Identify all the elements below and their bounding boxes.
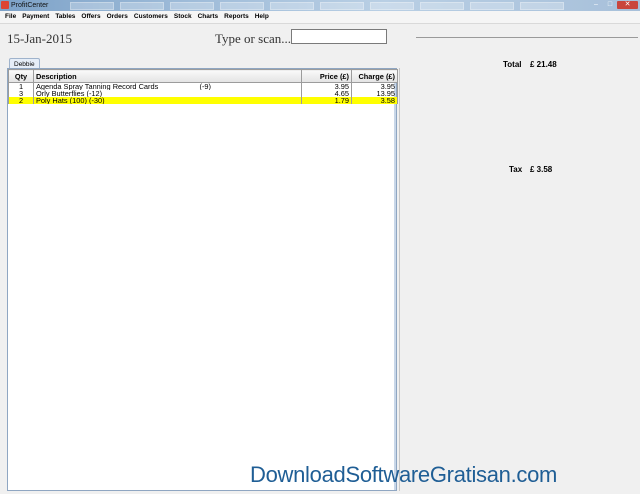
cell-description: Agenda Spray Tanning Record Cards (-9)	[33, 82, 302, 90]
menu-charts[interactable]: Charts	[195, 11, 222, 23]
window-title: ProfitCenter	[11, 2, 49, 9]
close-button[interactable]: ✕	[617, 1, 638, 9]
column-header-description[interactable]: Description	[33, 69, 302, 83]
order-panel: Qty Description Price (£) Charge (£) 1 A…	[7, 68, 398, 491]
menu-help[interactable]: Help	[252, 11, 272, 23]
menu-orders[interactable]: Orders	[104, 11, 131, 23]
order-table-viewport: Qty Description Price (£) Charge (£) 1 A…	[8, 69, 398, 490]
menu-offers[interactable]: Offers	[78, 11, 103, 23]
cell-charge: 13.95	[351, 90, 398, 97]
tax-value: £ 3.58	[530, 165, 553, 174]
cell-description: Orly Butterflies (-12)	[33, 90, 302, 97]
header-separator	[416, 37, 638, 38]
menu-stock[interactable]: Stock	[171, 11, 195, 23]
cell-description-text: Agenda Spray Tanning Record Cards	[36, 82, 159, 90]
total-value: £ 21.48	[530, 60, 557, 69]
panel-divider	[399, 68, 400, 491]
cell-discount: (-9)	[199, 82, 212, 90]
menu-bar: File Payment Tables Offers Orders Custom…	[0, 11, 640, 24]
menu-file[interactable]: File	[2, 11, 19, 23]
scan-label: Type or scan...	[215, 31, 291, 46]
cell-price: 4.65	[301, 90, 352, 97]
watermark: DownloadSoftwareGratisan.com	[250, 462, 558, 487]
column-header-price[interactable]: Price (£)	[301, 69, 352, 83]
date-display: 15-Jan-2015	[7, 31, 72, 46]
cell-description: Poly Hats (100) (-30)	[33, 97, 302, 104]
menu-payment[interactable]: Payment	[19, 11, 52, 23]
cell-price: 1.79	[301, 97, 352, 104]
cell-charge: 3.95	[351, 82, 398, 90]
taskbar-ghost-tabs	[70, 2, 580, 10]
table-header-row: Qty Description Price (£) Charge (£)	[8, 69, 398, 83]
maximize-button[interactable]: □	[603, 1, 617, 9]
cell-qty: 2	[8, 97, 34, 104]
table-row-selected[interactable]: 2 Poly Hats (100) (-30) 1.79 3.58	[8, 97, 398, 104]
column-header-qty[interactable]: Qty	[8, 69, 34, 83]
app-icon	[1, 1, 9, 9]
menu-customers[interactable]: Customers	[131, 11, 171, 23]
title-bar: ProfitCenter ‒ □ ✕	[0, 0, 640, 11]
minimize-button[interactable]: ‒	[589, 1, 603, 9]
tax-label: Tax	[509, 165, 523, 174]
total-label: Total	[503, 60, 522, 69]
scan-input[interactable]	[291, 29, 387, 44]
cell-price: 3.95	[301, 82, 352, 90]
order-table: Qty Description Price (£) Charge (£) 1 A…	[8, 69, 398, 104]
menu-reports[interactable]: Reports	[221, 11, 252, 23]
cell-charge: 3.58	[351, 97, 398, 104]
cell-qty: 1	[8, 82, 34, 90]
table-row[interactable]: 1 Agenda Spray Tanning Record Cards (-9)…	[8, 82, 398, 90]
column-header-charge[interactable]: Charge (£)	[351, 69, 398, 83]
table-row[interactable]: 3 Orly Butterflies (-12) 4.65 13.95	[8, 90, 398, 97]
cell-qty: 3	[8, 90, 34, 97]
menu-tables[interactable]: Tables	[52, 11, 78, 23]
